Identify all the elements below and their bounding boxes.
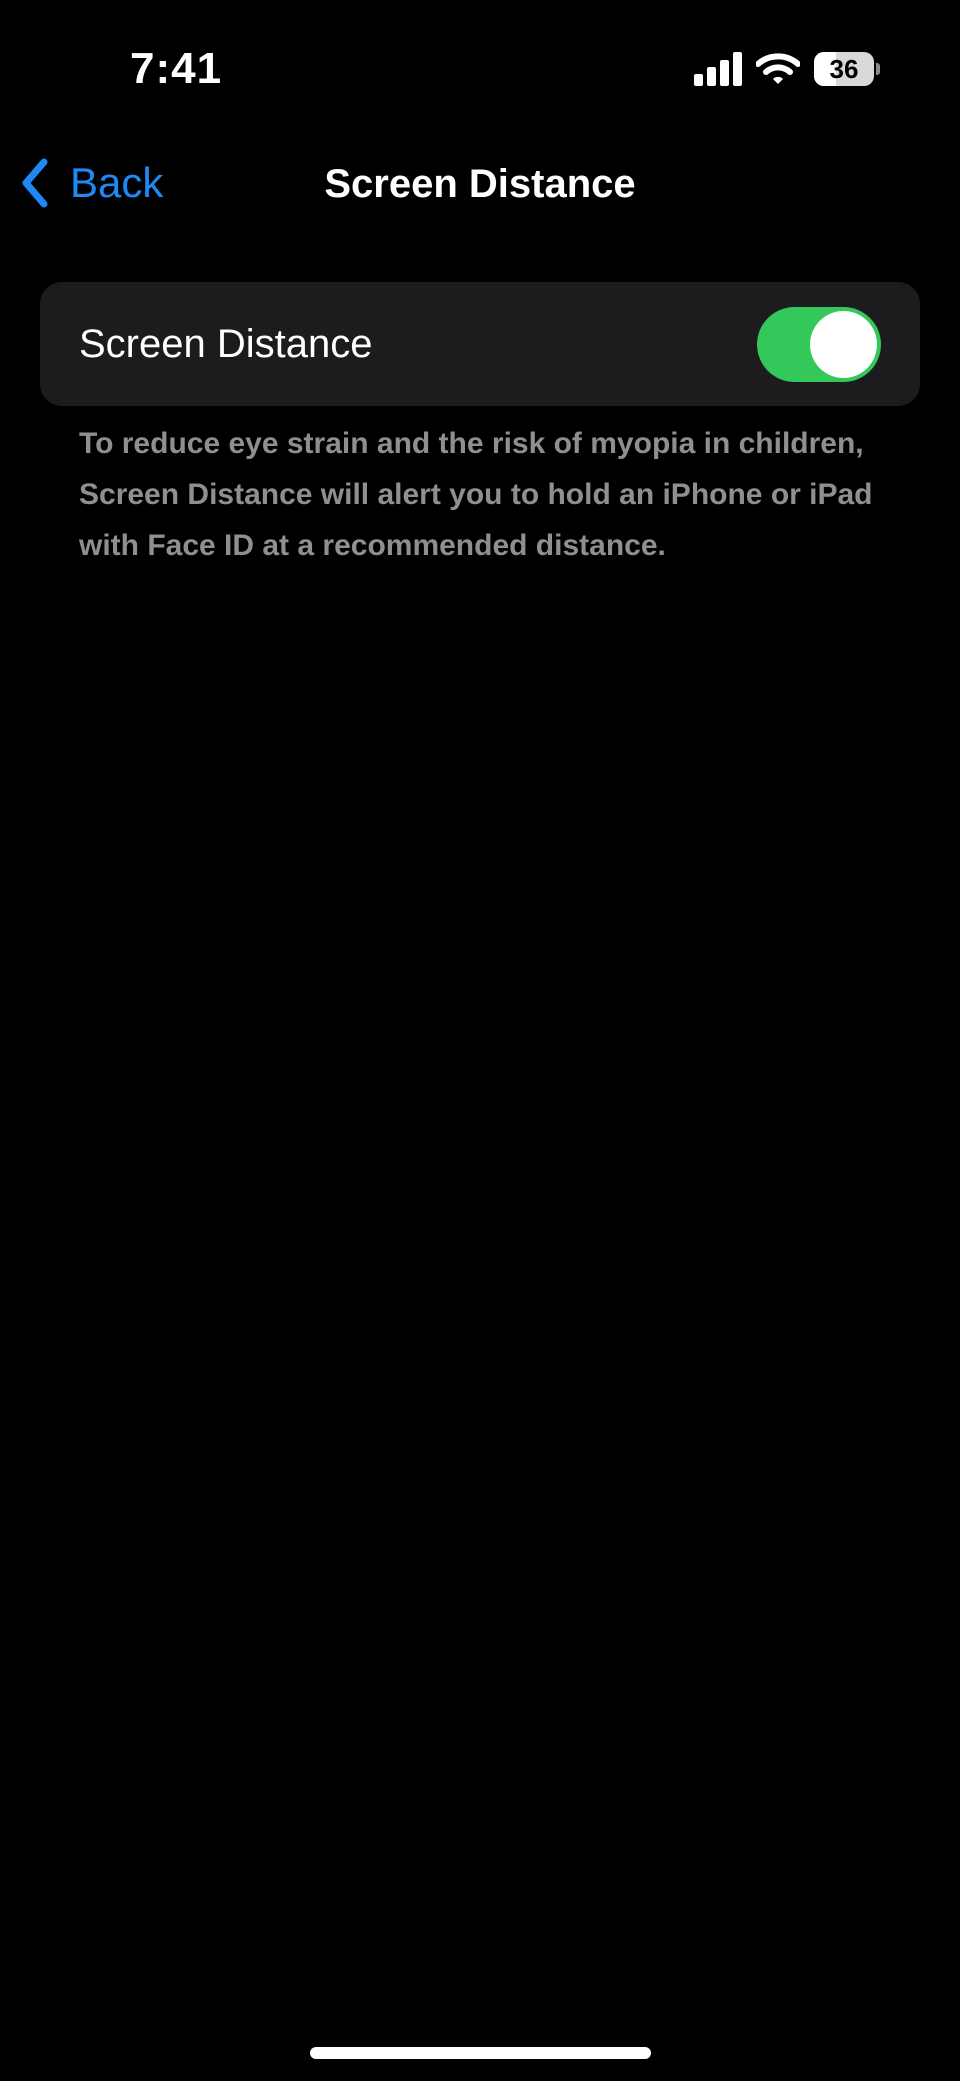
screen-distance-label: Screen Distance — [79, 322, 373, 366]
signal-icon — [694, 52, 742, 86]
battery-icon: 36 — [814, 52, 880, 86]
toggle-knob — [810, 311, 877, 378]
screen-distance-toggle[interactable] — [757, 307, 881, 382]
navigation-bar: Back Screen Distance — [0, 140, 960, 230]
page-title: Screen Distance — [324, 162, 636, 206]
settings-footer-description: To reduce eye strain and the risk of myo… — [79, 427, 873, 562]
wifi-icon — [756, 53, 800, 84]
status-icons: 36 — [694, 52, 880, 86]
home-indicator[interactable] — [310, 2047, 651, 2059]
status-time: 7:41 — [130, 44, 223, 93]
status-bar: 7:41 36 — [0, 0, 960, 140]
settings-group: Screen Distance — [40, 282, 920, 406]
battery-level: 36 — [829, 54, 859, 84]
